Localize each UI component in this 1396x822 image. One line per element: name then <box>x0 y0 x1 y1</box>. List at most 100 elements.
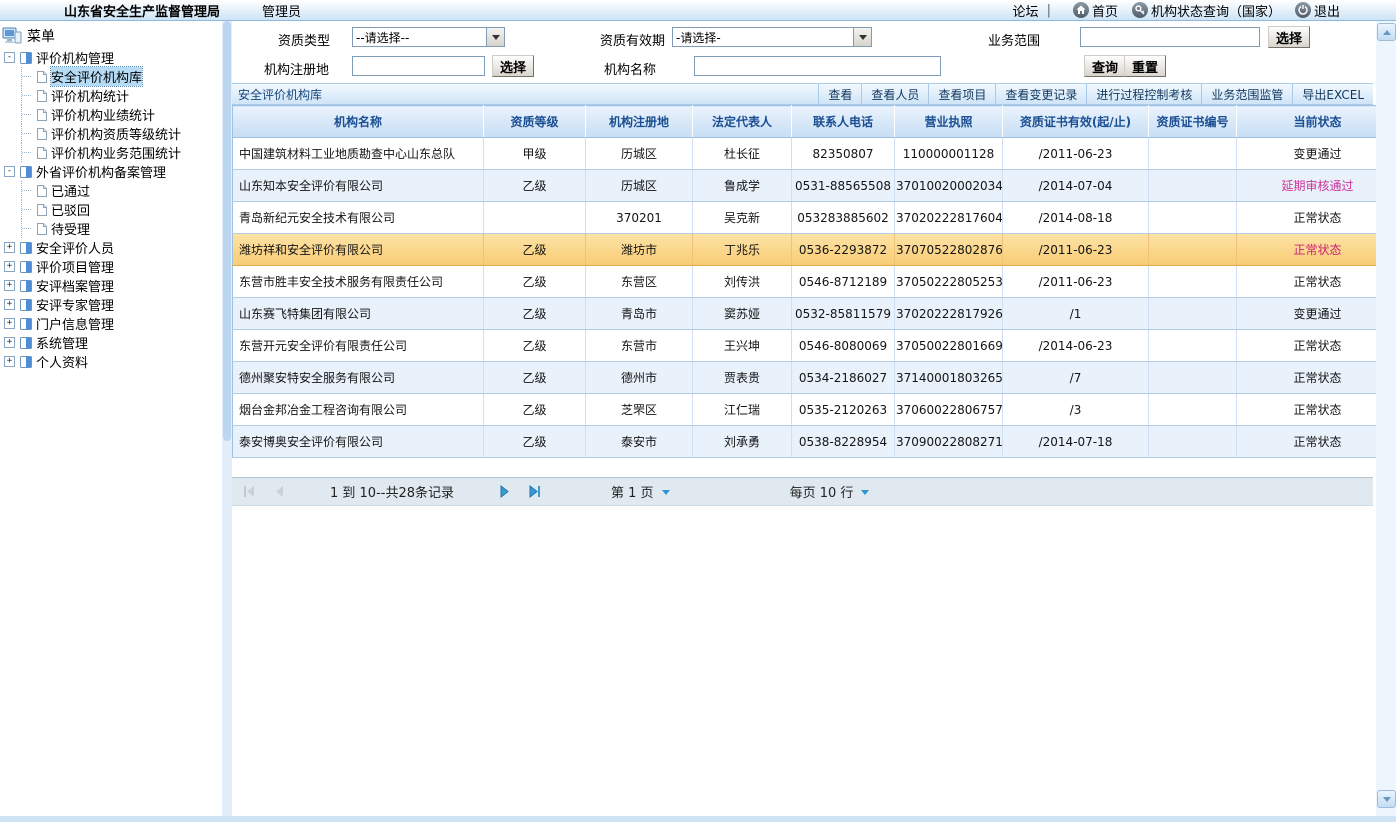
chevron-down-icon[interactable] <box>486 28 504 46</box>
key-icon[interactable] <box>1132 2 1148 18</box>
topbar-links: 论坛 | 首页 机构状态查询（国家） 退出 <box>1013 1 1340 20</box>
table-row[interactable]: 德州聚安特安全服务有限公司乙级德州市贾表贵0534-21860273714000… <box>233 362 1396 394</box>
grid-title: 安全评价机构库 <box>232 86 322 103</box>
sidebar-item[interactable]: 评价机构业务范围统计 <box>0 143 222 162</box>
toolbar-button[interactable]: 查看 <box>818 84 861 104</box>
cell-cert_no <box>1149 266 1237 298</box>
cell-name: 东营市胜丰安全技术服务有限责任公司 <box>233 266 484 298</box>
toolbar-button[interactable]: 进行过程控制考核 <box>1086 84 1201 104</box>
toolbar-button[interactable]: 查看人员 <box>861 84 928 104</box>
column-header-cert_no: 资质证书编号 <box>1149 106 1237 138</box>
notebook-icon <box>19 355 33 369</box>
sidebar-item[interactable]: 安全评价机构库 <box>0 67 222 86</box>
scroll-up-button[interactable] <box>1377 23 1396 41</box>
sidebar-item[interactable]: +安评专家管理 <box>0 295 222 314</box>
toolbar-button[interactable]: 业务范围监管 <box>1201 84 1292 104</box>
table-row[interactable]: 东营开元安全评价有限责任公司乙级东营市王兴坤0546-8080069370500… <box>233 330 1396 362</box>
name-input[interactable] <box>694 56 941 76</box>
cell-cert_no <box>1149 234 1237 266</box>
home-link[interactable]: 首页 <box>1092 1 1118 20</box>
cell-cert_no <box>1149 298 1237 330</box>
reset-button[interactable]: 重置 <box>1124 55 1166 77</box>
sidebar-item[interactable]: 已通过 <box>0 181 222 200</box>
sidebar-item[interactable]: 评价机构资质等级统计 <box>0 124 222 143</box>
expand-icon[interactable]: + <box>4 242 15 253</box>
sidebar-item[interactable]: 已驳回 <box>0 200 222 219</box>
type-select[interactable]: --请选择-- <box>352 27 505 47</box>
forum-link[interactable]: 论坛 <box>1013 1 1039 20</box>
cell-status: 正常状态 <box>1237 394 1396 426</box>
table-row[interactable]: 青岛新纪元安全技术有限公司370201吴克新053283885602370202… <box>233 202 1396 234</box>
first-page-button[interactable] <box>242 485 256 498</box>
cell-cert_no <box>1149 394 1237 426</box>
status-query-link[interactable]: 机构状态查询（国家） <box>1151 1 1281 20</box>
sidebar-item[interactable]: +安评档案管理 <box>0 276 222 295</box>
last-page-button[interactable] <box>528 485 542 498</box>
column-header-grade: 资质等级 <box>484 106 586 138</box>
table-row[interactable]: 烟台金邦冶金工程咨询有限公司乙级芝罘区江仁瑞0535-2120263370600… <box>233 394 1396 426</box>
page-select-value: 第 1 页 <box>611 482 654 501</box>
cell-grade: 乙级 <box>484 298 586 330</box>
sidebar-item-label: 评价机构管理 <box>36 48 114 67</box>
sidebar-item[interactable]: -外省评价机构备案管理 <box>0 162 222 181</box>
sidebar-item-label: 安全评价人员 <box>36 238 114 257</box>
logout-link[interactable]: 退出 <box>1314 1 1340 20</box>
expand-icon[interactable]: + <box>4 280 15 291</box>
sidebar-scrollbar[interactable] <box>222 21 232 816</box>
validity-select[interactable]: -请选择- <box>672 27 872 47</box>
collapse-icon[interactable]: - <box>4 52 15 63</box>
page-icon <box>36 70 48 84</box>
sidebar-item[interactable]: + 安全评价人员 <box>0 238 222 257</box>
sidebar-item[interactable]: 评价机构统计 <box>0 86 222 105</box>
sidebar-item[interactable]: +系统管理 <box>0 333 222 352</box>
cell-grade: 甲级 <box>484 138 586 170</box>
chevron-down-icon[interactable] <box>853 28 871 46</box>
sidebar-item[interactable]: +评价项目管理 <box>0 257 222 276</box>
sidebar-item-label: 已驳回 <box>51 200 90 219</box>
collapse-icon[interactable]: - <box>4 166 15 177</box>
sidebar-item-label: 评价机构统计 <box>51 86 129 105</box>
prev-page-button[interactable] <box>274 485 285 498</box>
page-select[interactable]: 第 1 页 <box>611 482 670 501</box>
cell-regplace: 东营区 <box>586 266 693 298</box>
table-row[interactable]: 山东知本安全评价有限公司乙级历城区鲁成学0531-885655083701002… <box>233 170 1396 202</box>
expand-icon[interactable]: + <box>4 356 15 367</box>
table-row[interactable]: 东营市胜丰安全技术服务有限责任公司乙级东营区刘传洪0546-8712189370… <box>233 266 1396 298</box>
sidebar-scrollbar-thumb[interactable] <box>223 21 231 441</box>
expand-icon[interactable]: + <box>4 318 15 329</box>
scope-input[interactable] <box>1080 27 1260 47</box>
sidebar-item[interactable]: +个人资料 <box>0 352 222 371</box>
cell-phone: 0532-85811579 <box>792 298 895 330</box>
page-scrollbar[interactable] <box>1376 21 1396 816</box>
next-page-button[interactable] <box>499 485 510 498</box>
expand-icon[interactable]: + <box>4 337 15 348</box>
home-icon[interactable] <box>1073 2 1089 18</box>
toolbar-button[interactable]: 查看项目 <box>928 84 995 104</box>
power-icon[interactable] <box>1295 2 1311 18</box>
table-row[interactable]: 泰安博奥安全评价有限公司乙级泰安市刘承勇0538-822895437090022… <box>233 426 1396 458</box>
scroll-down-button[interactable] <box>1377 790 1396 808</box>
sidebar-item[interactable]: - 评价机构管理 <box>0 48 222 67</box>
table-row[interactable]: 山东赛飞特集团有限公司乙级青岛市窦苏娅0532-8581157937020222… <box>233 298 1396 330</box>
current-user: 管理员 <box>262 1 301 20</box>
bottom-strip <box>0 816 1396 822</box>
scope-select-button[interactable]: 选择 <box>1268 26 1310 48</box>
per-page-select[interactable]: 每页 10 行 <box>790 482 870 501</box>
sidebar-item-label: 待受理 <box>51 219 90 238</box>
cell-cert_valid: /1 <box>1003 298 1149 330</box>
sidebar-item[interactable]: +门户信息管理 <box>0 314 222 333</box>
tree-connector <box>21 67 34 86</box>
regplace-select-button[interactable]: 选择 <box>492 55 534 77</box>
regplace-input[interactable] <box>352 56 485 76</box>
search-button[interactable]: 查询 <box>1084 55 1126 77</box>
expand-icon[interactable]: + <box>4 299 15 310</box>
table-row[interactable]: 潍坊祥和安全评价有限公司乙级潍坊市丁兆乐0536-229387237070522… <box>233 234 1396 266</box>
menu-header: 菜单 <box>0 24 222 48</box>
sidebar-item[interactable]: 评价机构业绩统计 <box>0 105 222 124</box>
sidebar-item[interactable]: 待受理 <box>0 219 222 238</box>
expand-icon[interactable]: + <box>4 261 15 272</box>
toolbar-button[interactable]: 查看变更记录 <box>995 84 1086 104</box>
table-row[interactable]: 中国建筑材料工业地质勘查中心山东总队甲级历城区杜长征82350807110000… <box>233 138 1396 170</box>
record-range: 1 到 10--共28条记录 <box>330 482 454 501</box>
toolbar-button[interactable]: 导出EXCEL <box>1292 84 1373 104</box>
